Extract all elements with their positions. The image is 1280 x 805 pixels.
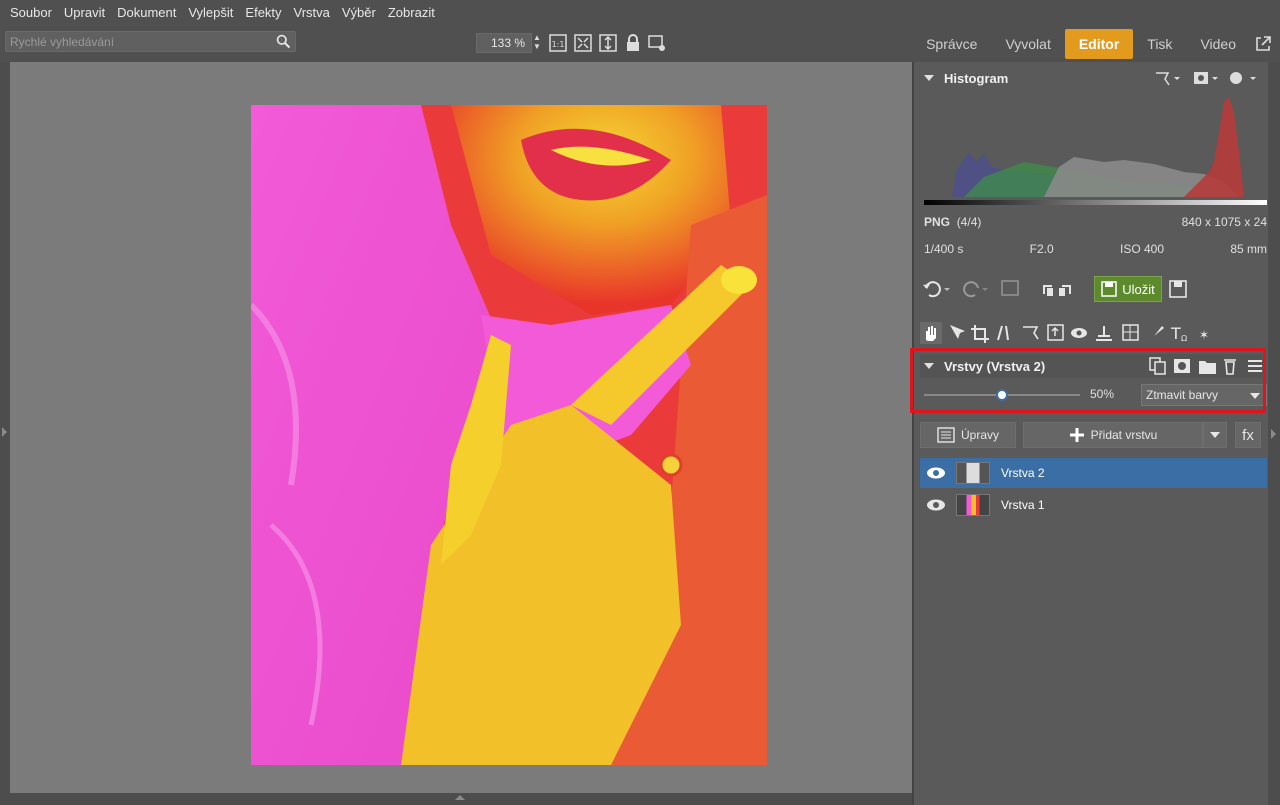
text-tool-icon[interactable]: TΩ [1170, 324, 1187, 343]
save-as-icon[interactable] [1168, 279, 1188, 299]
resize-tool-icon[interactable] [1047, 324, 1064, 341]
exif-shutter: 1/400 s [924, 242, 964, 256]
adjustments-icon [937, 427, 955, 443]
photo-image [251, 105, 767, 765]
add-layer-dropdown[interactable] [1203, 422, 1227, 448]
original-image-icon[interactable] [1001, 280, 1019, 296]
file-format: PNG [924, 215, 951, 229]
layer-row[interactable]: Vrstva 2 [920, 458, 1267, 488]
histogram-gradient [924, 200, 1267, 205]
histogram-brightness-icon [1230, 72, 1256, 84]
menu-efekty[interactable]: Efekty [239, 0, 287, 26]
lock-icon[interactable] [624, 34, 642, 52]
histogram-chart [924, 92, 1267, 202]
exif-row: 1/400 s F2.0 ISO 400 85 mm [924, 242, 1267, 256]
fx-button[interactable]: fx [1235, 422, 1261, 448]
rotate-left-icon[interactable] [1043, 285, 1053, 296]
rotate-right-icon[interactable] [1059, 285, 1071, 296]
layer-thumbnail [956, 494, 990, 516]
svg-text:1:1: 1:1 [552, 40, 565, 49]
exif-iso: ISO 400 [1119, 242, 1165, 256]
adjustments-button[interactable]: Úpravy [920, 422, 1016, 448]
menu-zobrazit[interactable]: Zobrazit [382, 0, 441, 26]
module-tabs: Správce Vyvolat Editor Tisk Video [912, 26, 1280, 62]
exif-aperture: F2.0 [1029, 242, 1054, 256]
redo-icon[interactable] [963, 281, 988, 298]
svg-text:T: T [1170, 324, 1181, 343]
layer-name: Vrstva 1 [1001, 498, 1045, 512]
actual-size-icon[interactable]: 1:1 [549, 34, 567, 52]
tool-row: TΩ ✶ [920, 322, 1209, 344]
tab-tisk[interactable]: Tisk [1133, 29, 1186, 59]
undo-icon[interactable] [923, 281, 950, 298]
tab-vyvolat[interactable]: Vyvolat [991, 29, 1064, 59]
fit-height-icon[interactable] [599, 34, 617, 52]
fit-screen-icon[interactable] [574, 34, 592, 52]
menu-upravit[interactable]: Upravit [58, 0, 111, 26]
collapse-triangle-icon [924, 75, 934, 81]
external-window-icon[interactable] [1254, 35, 1272, 53]
chevron-down-icon [1210, 432, 1220, 438]
save-button[interactable]: Uložit [1094, 276, 1162, 302]
right-panel-toggle[interactable] [1268, 62, 1280, 805]
search-input[interactable] [6, 32, 266, 51]
straighten-tool-icon[interactable] [997, 325, 1009, 341]
bottom-panel-toggle[interactable] [10, 793, 912, 805]
layer-name: Vrstva 2 [1001, 466, 1045, 480]
toolbar: 133 % ▲▼ 1:1 Správce Vyvolat Editor Tisk… [0, 26, 1280, 62]
selection-grid-icon[interactable] [1122, 324, 1139, 341]
histogram-header[interactable]: Histogram [920, 65, 1008, 91]
edited-photo[interactable] [251, 105, 767, 765]
search-box [5, 31, 296, 52]
adjustments-label: Úpravy [960, 428, 999, 442]
highlight-box [910, 348, 1266, 413]
plus-icon [1069, 428, 1084, 442]
file-dimensions: 840 x 1075 x 24 [1181, 215, 1267, 229]
clone-stamp-icon[interactable] [1096, 326, 1112, 341]
image-settings-icon[interactable] [648, 34, 666, 52]
menu-bar: Soubor Upravit Dokument Vylepšit Efekty … [0, 0, 1280, 26]
add-layer-button[interactable]: Přidat vrstvu [1023, 422, 1203, 448]
save-label: Uložit [1122, 281, 1155, 297]
svg-text:✶: ✶ [1199, 328, 1209, 342]
perspective-tool-icon[interactable] [1023, 326, 1039, 340]
brush-tool-icon[interactable] [1150, 326, 1164, 340]
file-info-row: PNG (4/4) 840 x 1075 x 24 [924, 215, 1267, 229]
search-icon[interactable] [275, 33, 292, 50]
add-layer-label: Přidat vrstvu [1090, 428, 1158, 442]
menu-vrstva[interactable]: Vrstva [288, 0, 336, 26]
crop-tool-icon[interactable] [971, 325, 989, 343]
history-controls [923, 280, 1071, 298]
left-panel-toggle[interactable] [0, 62, 10, 805]
histogram-mode-icon [1156, 72, 1180, 86]
right-panel: Histogram PNG (4/4) 840 x 1075 x 24 1/40… [910, 62, 1280, 805]
histogram-display-icon [1194, 72, 1218, 84]
effects-tool-icon[interactable]: ✶ [1199, 328, 1209, 342]
tab-spravce[interactable]: Správce [912, 29, 991, 59]
visibility-eye-icon[interactable] [926, 466, 946, 480]
tab-editor[interactable]: Editor [1064, 29, 1134, 59]
select-tool-icon[interactable] [950, 325, 965, 339]
layer-row[interactable]: Vrstva 1 [920, 490, 1267, 520]
file-index: (4/4) [956, 215, 982, 229]
menu-vyber[interactable]: Výběr [336, 0, 382, 26]
menu-vylepsit[interactable]: Vylepšit [182, 0, 239, 26]
red-eye-tool-icon[interactable] [1071, 328, 1087, 338]
layer-thumbnail [956, 462, 990, 484]
menu-dokument[interactable]: Dokument [111, 0, 182, 26]
histogram-title: Histogram [944, 70, 1009, 86]
save-icon [1101, 281, 1117, 297]
menu-soubor[interactable]: Soubor [4, 0, 58, 26]
zoom-field[interactable]: 133 % [476, 33, 532, 53]
exif-focal: 85 mm [1230, 242, 1267, 256]
svg-text:Ω: Ω [1181, 334, 1187, 343]
tab-video[interactable]: Video [1186, 29, 1250, 59]
visibility-eye-icon[interactable] [926, 498, 946, 512]
zoom-spinner[interactable]: ▲ ▼ [532, 33, 542, 53]
histogram-options[interactable] [1154, 69, 1264, 87]
